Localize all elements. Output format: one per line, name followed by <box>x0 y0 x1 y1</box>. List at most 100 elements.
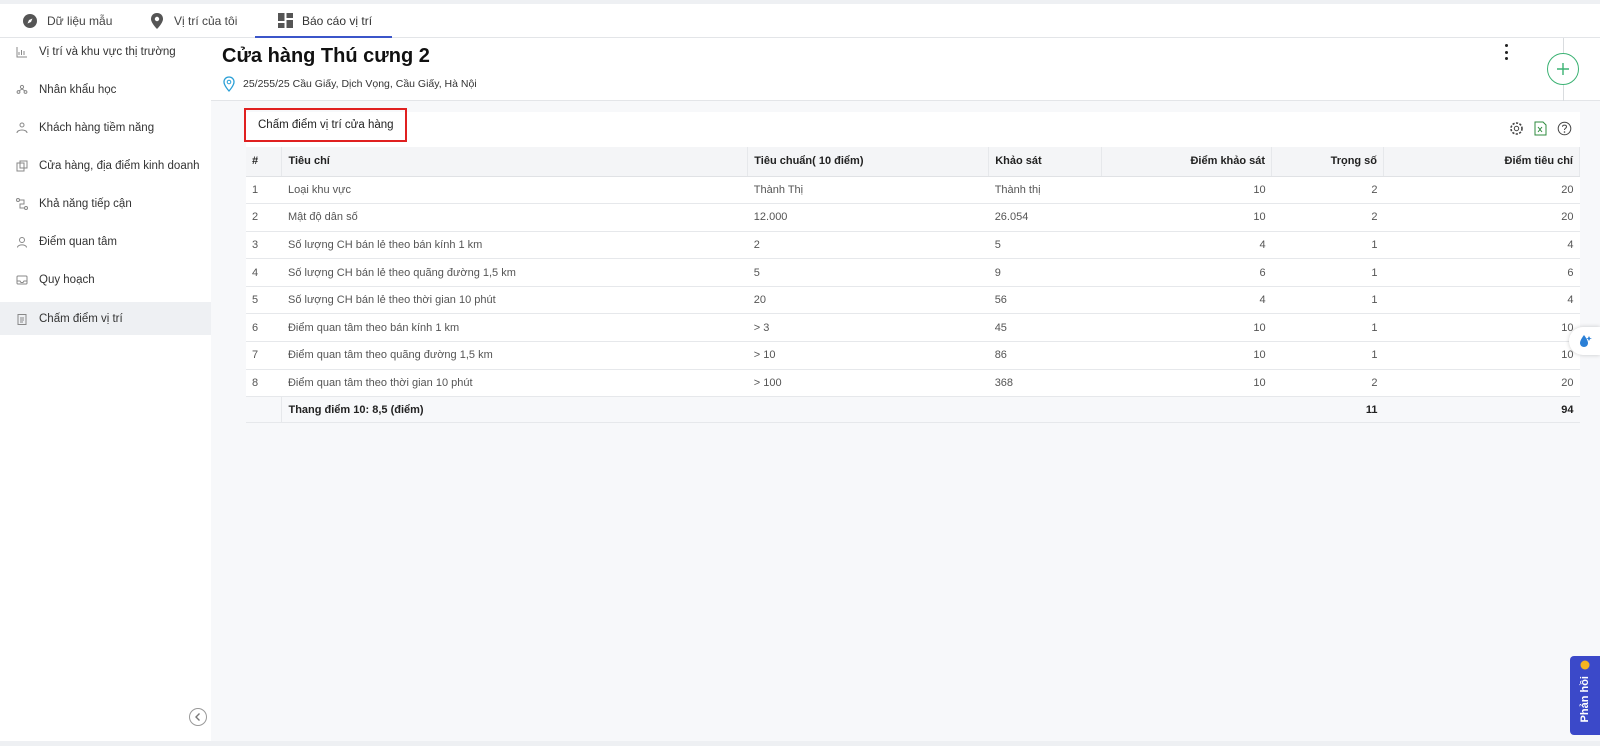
sidebar-item-label: Khách hàng tiềm năng <box>39 121 155 134</box>
add-button[interactable] <box>1547 53 1579 85</box>
cell-empty <box>988 396 1102 424</box>
col-header-survey: Khảo sát <box>988 147 1103 177</box>
footer-scale-label: Thang điểm 10: 8,5 (điểm) <box>281 396 748 424</box>
map-pin-icon <box>149 12 165 29</box>
sidebar-item-stores[interactable]: Cửa hàng, địa điểm kinh doanh <box>0 149 211 182</box>
cell-score: 6 <box>1101 258 1272 287</box>
cell-weight: 2 <box>1271 176 1384 205</box>
cell-total: 6 <box>1383 258 1580 287</box>
dashboard-icon <box>277 13 293 29</box>
cell-standard: Thành Thị <box>747 176 989 205</box>
sidebar-item-planning[interactable]: Quy hoạch <box>0 263 211 296</box>
sidebar-item-poi[interactable]: Điểm quan tâm <box>0 225 211 258</box>
tab-label: Vị trí của tôi <box>174 13 238 28</box>
cell-score: 10 <box>1101 369 1272 398</box>
sidebar-item-label: Khả năng tiếp cận <box>39 197 132 210</box>
tab-sample-data[interactable]: Dữ liệu mẫu <box>22 4 112 37</box>
cell-index: 5 <box>246 286 282 315</box>
cell-weight: 1 <box>1271 313 1384 343</box>
collapse-sidebar-button[interactable] <box>189 708 207 726</box>
footer-total-sum: 94 <box>1383 396 1580 424</box>
col-header-survey-score: Điểm khảo sát <box>1101 147 1273 177</box>
cell-criteria: Điểm quan tâm theo quãng đường 1,5 km <box>281 341 748 370</box>
cell-empty <box>747 396 989 424</box>
chart-icon <box>16 46 28 58</box>
table-row: 6 Điểm quan tâm theo bán kính 1 km > 3 4… <box>246 313 1580 343</box>
route-icon <box>16 197 28 210</box>
bottom-strip <box>0 741 1600 746</box>
col-header-index: # <box>246 147 283 177</box>
cell-score: 10 <box>1101 313 1272 343</box>
sidebar-item-market-area[interactable]: Vị trí và khu vực thị trường <box>0 35 211 68</box>
tab-label: Dữ liệu mẫu <box>47 13 113 28</box>
cell-survey: 45 <box>988 313 1102 343</box>
cell-empty <box>1101 396 1272 424</box>
cell-survey: 56 <box>988 286 1102 315</box>
cell-index: 2 <box>246 203 282 232</box>
sidebar-item-potential-customers[interactable]: Khách hàng tiềm năng <box>0 111 211 144</box>
cell-total: 20 <box>1383 369 1580 398</box>
cell-total: 10 <box>1383 313 1580 343</box>
excel-export-icon[interactable] <box>1533 121 1548 136</box>
cell-index: 1 <box>246 176 282 205</box>
main-content: Cửa hàng Thú cưng 2 25/255/25 Cầu Giấy, … <box>211 38 1600 746</box>
more-options-icon[interactable] <box>1502 44 1510 60</box>
score-card: Chấm điểm vị trí cửa hàng # Tiêu chí Tiê… <box>244 108 1580 424</box>
people-icon <box>16 84 28 96</box>
table-header-row: # Tiêu chí Tiêu chuẩn( 10 điểm) Khảo sát… <box>246 147 1580 177</box>
feedback-emoji-icon <box>1580 660 1590 670</box>
cell-index: 7 <box>246 341 282 370</box>
cell-empty <box>246 396 283 424</box>
cell-criteria: Loại khu vực <box>281 176 748 205</box>
sidebar-item-location-score[interactable]: Chấm điểm vị trí <box>0 302 211 335</box>
card-toolbar <box>1509 121 1572 136</box>
table-footer-row: Thang điểm 10: 8,5 (điểm) 11 94 <box>246 396 1580 424</box>
sidebar-item-label: Quy hoạch <box>39 273 95 286</box>
table-row: 2 Mật độ dân số 12.000 26.054 10 2 20 <box>246 203 1580 232</box>
cell-score: 10 <box>1101 341 1272 370</box>
table-row: 7 Điểm quan tâm theo quãng đường 1,5 km … <box>246 341 1580 370</box>
cell-weight: 2 <box>1271 203 1384 232</box>
sidebar-item-label: Nhân khẩu học <box>39 83 117 96</box>
settings-icon[interactable] <box>1509 121 1524 136</box>
sidebar-item-label: Cửa hàng, địa điểm kinh doanh <box>39 159 200 172</box>
cell-standard: > 10 <box>747 341 989 370</box>
sidebar-item-demographics[interactable]: Nhân khẩu học <box>0 73 211 106</box>
address-text: 25/255/25 Cầu Giấy, Dịch Vọng, Cầu Giấy,… <box>243 78 477 90</box>
location-pin-icon <box>222 76 236 92</box>
table-row: 5 Số lượng CH bán lẻ theo thời gian 10 p… <box>246 286 1580 315</box>
col-header-standard: Tiêu chuẩn( 10 điểm) <box>747 147 990 177</box>
sidebar: Vị trí và khu vực thị trường Nhân khẩu h… <box>0 38 211 746</box>
cell-survey: Thành thị <box>988 176 1102 205</box>
footer-weight-sum: 11 <box>1271 396 1384 424</box>
score-table: # Tiêu chí Tiêu chuẩn( 10 điểm) Khảo sát… <box>246 147 1580 424</box>
chevron-left-icon <box>195 713 200 721</box>
page-header: Cửa hàng Thú cưng 2 25/255/25 Cầu Giấy, … <box>211 38 1600 101</box>
sidebar-item-label: Chấm điểm vị trí <box>39 312 123 325</box>
feedback-button[interactable]: Phản hồi <box>1570 656 1600 735</box>
sidebar-item-label: Điểm quan tâm <box>39 235 117 248</box>
cell-criteria: Điểm quan tâm theo bán kính 1 km <box>281 313 748 343</box>
cell-score: 10 <box>1101 203 1272 232</box>
feedback-label: Phản hồi <box>1579 676 1591 723</box>
cell-standard: 20 <box>747 286 989 315</box>
tab-location-report[interactable]: Báo cáo vị trí <box>254 4 393 38</box>
users-icon <box>16 122 28 134</box>
cell-criteria: Mật độ dân số <box>281 203 748 232</box>
cell-total: 10 <box>1383 341 1580 370</box>
tab-my-locations[interactable]: Vị trí của tôi <box>149 4 237 37</box>
col-header-criteria: Tiêu chí <box>281 147 749 177</box>
cell-weight: 1 <box>1271 341 1384 370</box>
sidebar-item-label: Vị trí và khu vực thị trường <box>39 45 176 58</box>
cell-standard: 5 <box>747 258 989 287</box>
help-icon[interactable] <box>1557 121 1572 136</box>
table-row: 8 Điểm quan tâm theo thời gian 10 phút >… <box>246 369 1580 398</box>
cell-standard: 12.000 <box>747 203 989 232</box>
inbox-icon <box>16 274 28 286</box>
style-tool-button[interactable] <box>1569 327 1600 355</box>
table-row: 1 Loại khu vực Thành Thị Thành thị 10 2 … <box>246 176 1580 205</box>
cell-criteria: Điểm quan tâm theo thời gian 10 phút <box>281 369 748 398</box>
person-icon <box>16 236 28 248</box>
cell-survey: 26.054 <box>988 203 1102 232</box>
sidebar-item-accessibility[interactable]: Khả năng tiếp cận <box>0 187 211 220</box>
